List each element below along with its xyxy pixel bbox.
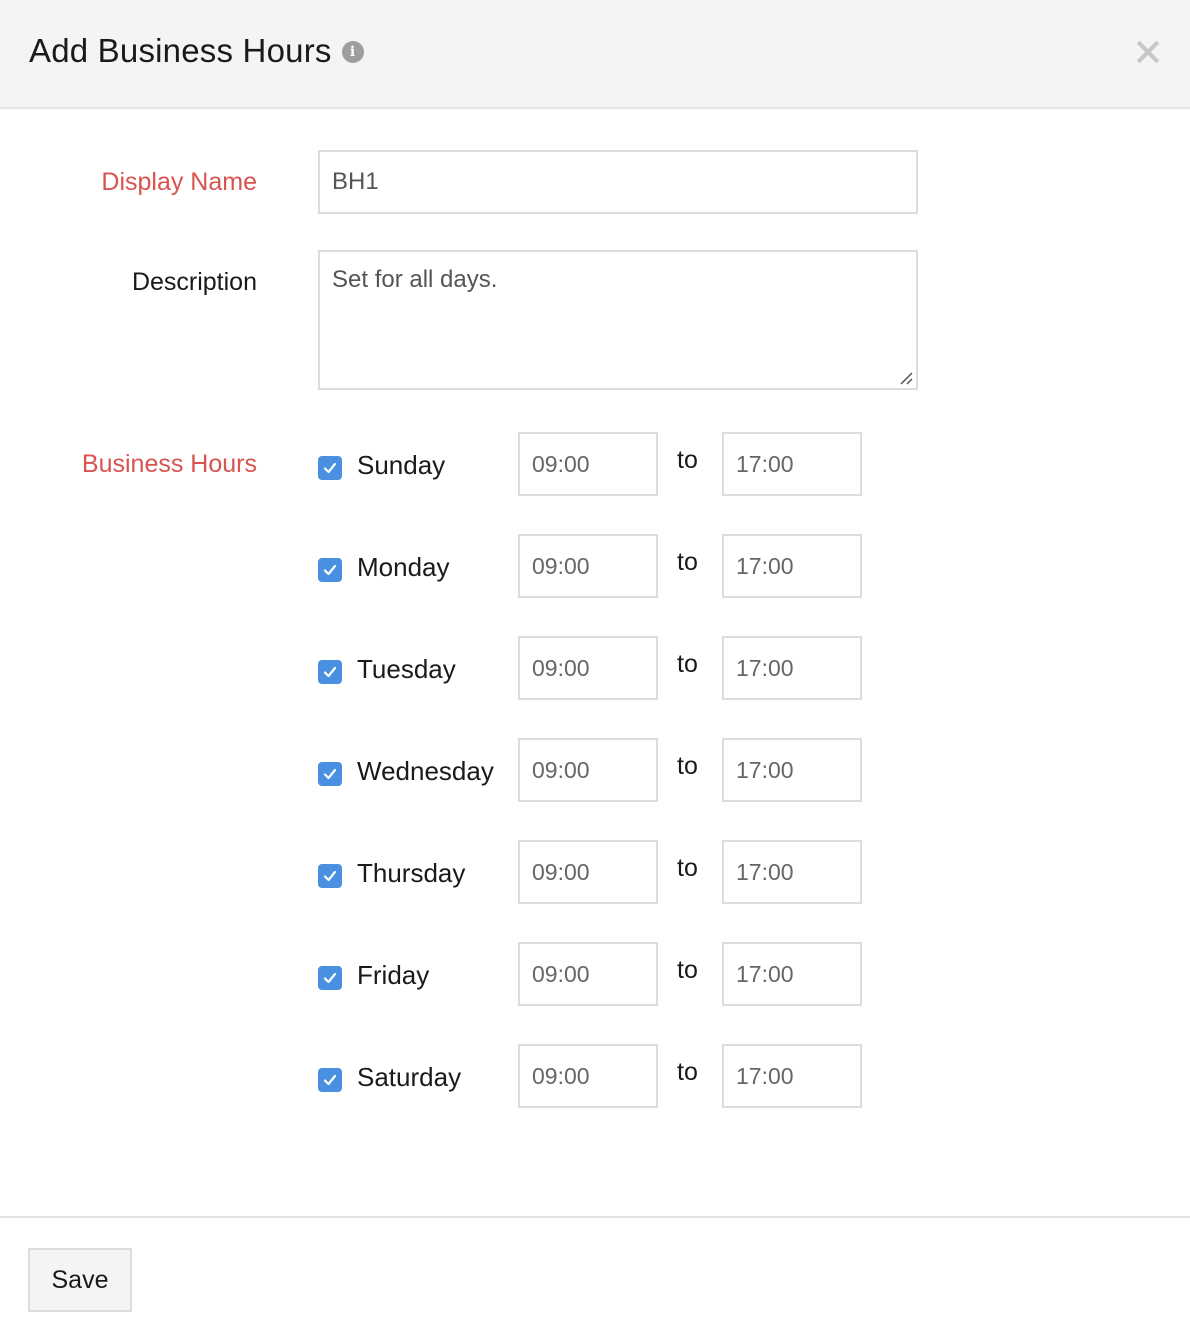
- to-label: to: [677, 446, 698, 474]
- info-icon[interactable]: i: [341, 41, 364, 63]
- to-label: to: [677, 752, 698, 780]
- day-label: Tuesday: [357, 654, 456, 684]
- to-label: to: [677, 1058, 698, 1086]
- day-checkbox[interactable]: [318, 456, 342, 480]
- checkmark-icon: [323, 462, 337, 474]
- checkmark-icon: [323, 972, 337, 984]
- checkmark-icon: [323, 870, 337, 882]
- day-label: Thursday: [357, 858, 466, 888]
- day-checkbox[interactable]: [318, 864, 342, 888]
- checkmark-icon: [323, 564, 337, 576]
- end-time-input[interactable]: 17:00: [722, 432, 862, 496]
- dialog-title: Add Business Hours i: [29, 32, 364, 70]
- business-hours-label: Business Hours: [81, 450, 257, 478]
- start-time-input[interactable]: 09:00: [518, 534, 658, 598]
- day-row-monday: Monday 09:00 to 17:00: [318, 534, 878, 598]
- display-name-label: Display Name: [101, 168, 257, 196]
- start-time-input[interactable]: 09:00: [518, 942, 658, 1006]
- footer-divider: [0, 1216, 1190, 1218]
- day-row-tuesday: Tuesday 09:00 to 17:00: [318, 636, 878, 700]
- description-label: Description: [131, 268, 257, 296]
- day-row-sunday: Sunday 09:00 to 17:00: [318, 432, 878, 496]
- end-time-input[interactable]: 17:00: [722, 738, 862, 802]
- start-time-input[interactable]: 09:00: [518, 840, 658, 904]
- description-textarea[interactable]: Set for all days.: [318, 250, 918, 390]
- day-row-friday: Friday 09:00 to 17:00: [318, 942, 878, 1006]
- to-label: to: [677, 548, 698, 576]
- description-text: Set for all days.: [332, 266, 498, 293]
- day-checkbox[interactable]: [318, 966, 342, 990]
- day-label: Wednesday: [357, 756, 494, 786]
- start-time-input[interactable]: 09:00: [518, 636, 658, 700]
- start-time-input[interactable]: 09:00: [518, 738, 658, 802]
- end-time-input[interactable]: 17:00: [722, 942, 862, 1006]
- day-checkbox[interactable]: [318, 558, 342, 582]
- day-row-thursday: Thursday 09:00 to 17:00: [318, 840, 878, 904]
- day-checkbox[interactable]: [318, 1068, 342, 1092]
- close-icon[interactable]: [1132, 36, 1164, 68]
- save-button[interactable]: Save: [28, 1248, 132, 1312]
- day-checkbox[interactable]: [318, 762, 342, 786]
- checkmark-icon: [323, 768, 337, 780]
- end-time-input[interactable]: 17:00: [722, 534, 862, 598]
- to-label: to: [677, 854, 698, 882]
- resize-grip-icon[interactable]: [899, 371, 913, 385]
- end-time-input[interactable]: 17:00: [722, 840, 862, 904]
- dialog-header: Add Business Hours i: [0, 0, 1190, 109]
- display-name-input[interactable]: BH1: [318, 150, 918, 214]
- end-time-input[interactable]: 17:00: [722, 1044, 862, 1108]
- start-time-input[interactable]: 09:00: [518, 1044, 658, 1108]
- to-label: to: [677, 956, 698, 984]
- day-label: Monday: [357, 552, 450, 582]
- day-checkbox[interactable]: [318, 660, 342, 684]
- day-row-wednesday: Wednesday 09:00 to 17:00: [318, 738, 878, 802]
- day-label: Sunday: [357, 450, 446, 480]
- day-row-saturday: Saturday 09:00 to 17:00: [318, 1044, 878, 1108]
- end-time-input[interactable]: 17:00: [722, 636, 862, 700]
- day-label: Saturday: [357, 1062, 462, 1092]
- start-time-input[interactable]: 09:00: [518, 432, 658, 496]
- day-label: Friday: [357, 960, 430, 990]
- to-label: to: [677, 650, 698, 678]
- dialog-title-text: Add Business Hours: [29, 32, 332, 69]
- checkmark-icon: [323, 666, 337, 678]
- checkmark-icon: [323, 1074, 337, 1086]
